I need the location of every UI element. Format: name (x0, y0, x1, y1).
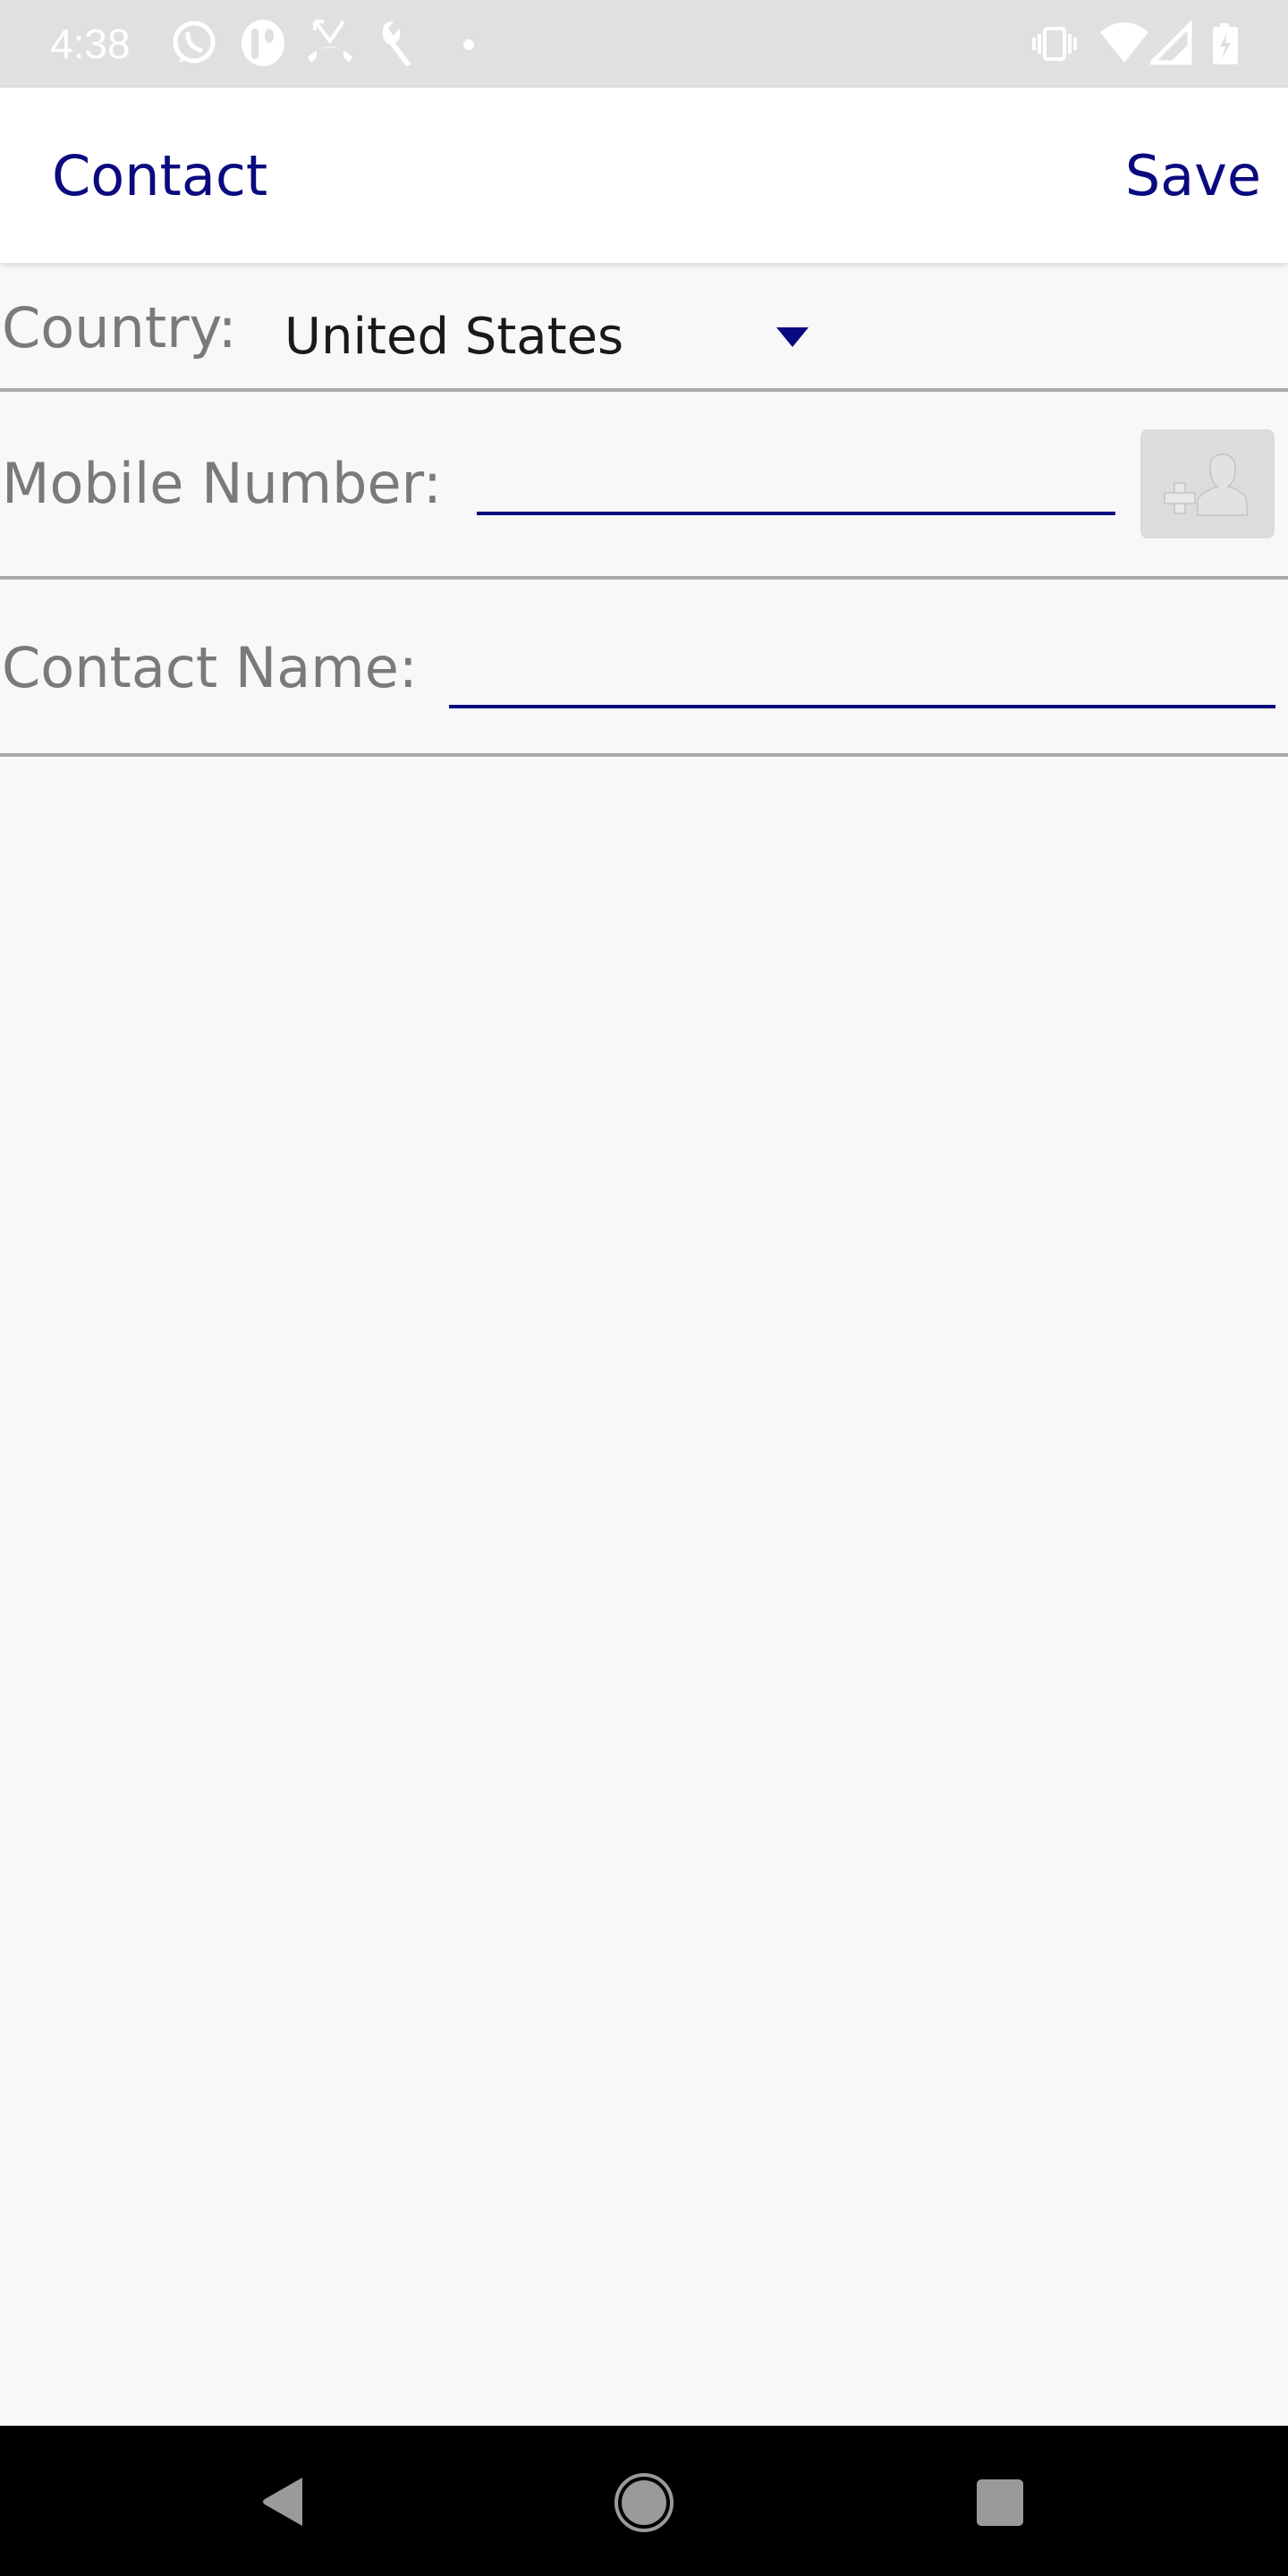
add-contact-icon (1164, 453, 1249, 516)
country-selected-value: United States (284, 308, 624, 366)
vibrate-icon (1032, 27, 1077, 61)
save-button[interactable]: Save (1125, 143, 1261, 208)
navigation-bar (0, 2426, 1288, 2576)
contact-name-label: Contact Name: (2, 635, 418, 700)
wrench-icon (382, 21, 411, 66)
mobile-number-row: Mobile Number: (0, 392, 1288, 580)
mobile-number-input[interactable] (477, 458, 1115, 515)
back-icon[interactable] (259, 2476, 306, 2528)
app-bar: Contact Save (0, 88, 1288, 263)
dot-icon (463, 39, 474, 50)
country-dropdown[interactable]: United States (268, 263, 823, 388)
whatsapp-icon (173, 21, 216, 64)
battery-charging-icon (1213, 23, 1238, 64)
contact-name-input[interactable] (449, 651, 1275, 708)
missed-call-icon (308, 20, 352, 63)
signal-icon (1150, 19, 1192, 65)
recents-icon[interactable] (975, 2478, 1025, 2528)
status-time: 4:38 (50, 21, 131, 67)
status-bar: 4:38 (0, 0, 1288, 88)
home-icon[interactable] (614, 2472, 674, 2533)
pick-contact-button[interactable] (1140, 429, 1275, 538)
wifi-icon (1100, 22, 1148, 63)
country-label: Country: (2, 295, 237, 360)
page-title: Contact (52, 143, 268, 208)
mobile-number-label: Mobile Number: (2, 451, 442, 516)
contact-name-row: Contact Name: (0, 580, 1288, 757)
country-row: Country: United States (0, 263, 1288, 392)
dropdown-arrow-icon (776, 327, 809, 347)
app-icon (242, 20, 284, 66)
